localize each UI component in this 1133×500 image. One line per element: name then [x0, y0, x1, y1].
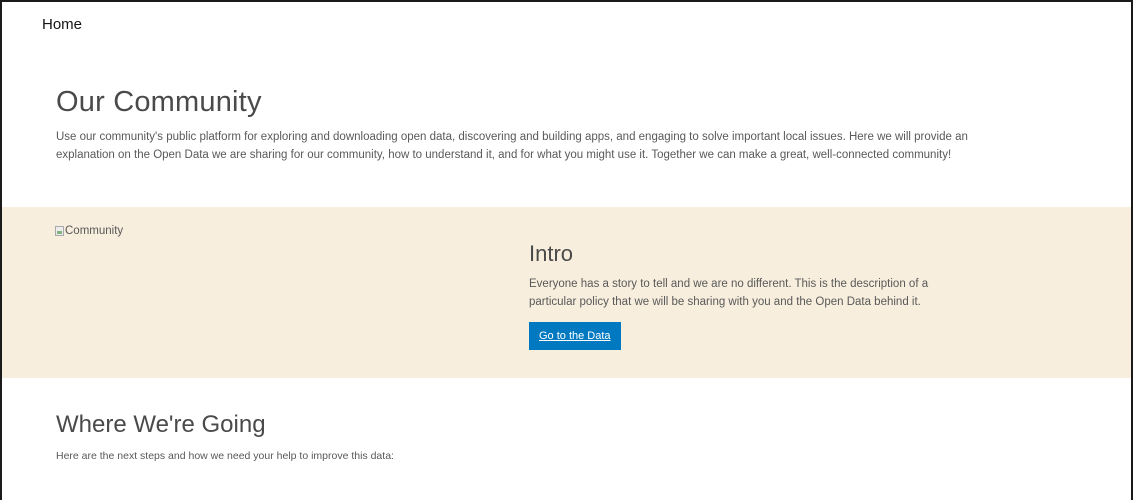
community-image: Community	[55, 225, 123, 237]
where-going-section: Where We're Going Here are the next step…	[56, 411, 394, 462]
nav-home-link[interactable]: Home	[42, 16, 82, 33]
where-going-description: Here are the next steps and how we need …	[56, 450, 394, 462]
intro-description: Everyone has a story to tell and we are …	[529, 278, 929, 308]
intro-band: Community Intro Everyone has a story to …	[2, 207, 1131, 378]
intro-title: Intro	[529, 241, 574, 266]
go-to-data-button[interactable]: Go to the Data	[529, 322, 621, 350]
broken-image-icon	[55, 226, 64, 236]
page-title: Our Community	[56, 86, 262, 118]
intro-content: Intro Everyone has a story to tell and w…	[529, 241, 959, 350]
hero-section: Our Community Use our community's public…	[56, 86, 976, 164]
community-image-alt: Community	[65, 225, 124, 237]
hero-description: Use our community's public platform for …	[56, 131, 968, 161]
where-going-title: Where We're Going	[56, 411, 266, 438]
